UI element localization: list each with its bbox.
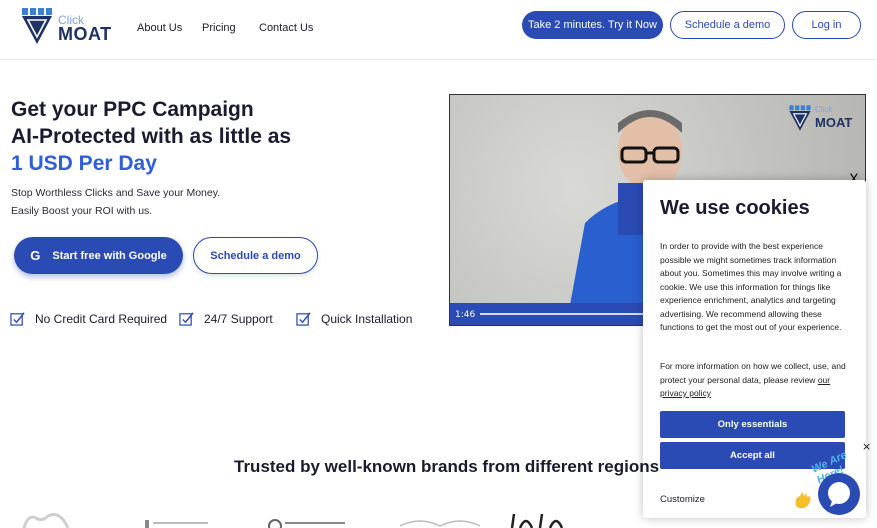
castle-logo-icon	[22, 8, 52, 44]
trusted-heading: Trusted by well-known brands from differ…	[234, 457, 660, 476]
chat-button[interactable]	[818, 473, 860, 515]
hero-schedule-demo-button[interactable]: Schedule a demo	[193, 237, 318, 274]
hero-title-line1: Get your PPC Campaign	[11, 98, 254, 121]
checkbox-icon	[296, 312, 311, 326]
video-time: 1:46	[455, 310, 476, 320]
site-header: Click MOAT About Us Pricing Contact Us T…	[0, 0, 877, 60]
checkbox-icon	[10, 312, 25, 326]
logo-moat-text: MOAT	[58, 24, 112, 44]
only-essentials-button[interactable]: Only essentials	[660, 411, 845, 438]
feature-label: 24/7 Support	[204, 311, 273, 326]
video-logo-moat: MOAT	[815, 115, 853, 130]
start-with-google-label: Start free with Google	[52, 249, 167, 262]
feature-no-credit-card: No Credit Card Required	[10, 311, 167, 326]
cookie-title: We use cookies	[660, 197, 810, 219]
clickmoat-logo[interactable]: Click MOAT	[20, 6, 112, 50]
login-button[interactable]: Log in	[792, 11, 861, 39]
try-now-button[interactable]: Take 2 minutes. Try it Now	[522, 11, 663, 39]
video-progress-track[interactable]	[480, 313, 660, 315]
waving-hand-icon	[795, 492, 811, 509]
hero-subtitle-line2: Easily Boost your ROI with us.	[11, 205, 153, 217]
feature-label: Quick Installation	[321, 311, 413, 326]
hero-subtitle: Stop Worthless Clicks and Save your Mone…	[11, 184, 220, 220]
chat-bubble-icon	[828, 482, 850, 507]
cookie-privacy-text: For more information on how we collect, …	[660, 360, 855, 401]
header-schedule-demo-button[interactable]: Schedule a demo	[670, 11, 785, 39]
customize-button[interactable]: Customize	[660, 494, 705, 505]
video-logo-click: Click	[815, 105, 833, 114]
brand-logo-5-icon	[510, 513, 564, 528]
hero-title: Get your PPC Campaign AI-Protected with …	[11, 96, 291, 177]
google-icon: G	[30, 248, 41, 263]
checkbox-icon	[179, 312, 194, 326]
brand-logo-4-icon	[399, 520, 481, 527]
cookie-body: In order to provide with the best experi…	[660, 241, 842, 332]
video-logo-icon	[789, 105, 811, 131]
brand-logo-1-icon	[22, 513, 70, 528]
brand-logo-2-icon	[145, 520, 149, 528]
feature-quick-installation: Quick Installation	[296, 311, 412, 326]
hero-title-line2: AI-Protected with as little as	[11, 125, 292, 148]
start-with-google-button[interactable]: G Start free with Google	[14, 237, 183, 274]
nav-about-us[interactable]: About Us	[137, 22, 182, 34]
nav-contact-us[interactable]: Contact Us	[259, 22, 313, 34]
brand-logos-row	[22, 513, 564, 528]
feature-label: No Credit Card Required	[35, 311, 168, 326]
nav-pricing[interactable]: Pricing	[202, 22, 236, 34]
feature-support: 24/7 Support	[179, 311, 273, 326]
brand-logo-3-icon	[268, 519, 282, 528]
hero-title-highlight: 1 USD Per Day	[11, 152, 157, 175]
hero-subtitle-line1: Stop Worthless Clicks and Save your Mone…	[11, 187, 221, 199]
